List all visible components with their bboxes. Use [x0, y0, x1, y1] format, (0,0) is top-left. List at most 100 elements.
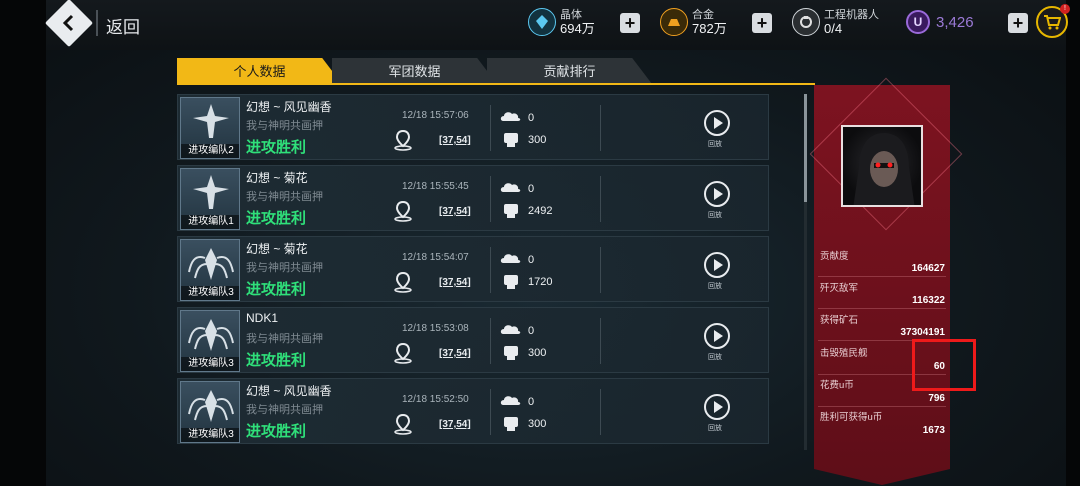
tab-legion-data[interactable]: 军团数据 [332, 58, 497, 84]
battle-list[interactable]: 进攻编队2 幻想 ~ 风见幽香 我与神明共画押 进攻胜利 12/18 15:57… [177, 92, 769, 452]
battle-time: 12/18 15:57:06 [402, 110, 469, 121]
battle-row[interactable]: 进攻编队2 幻想 ~ 风见幽香 我与神明共画押 进攻胜利 12/18 15:57… [177, 94, 769, 160]
battle-time: 12/18 15:53:08 [402, 323, 469, 334]
tab-bar: 个人数据 军团数据 贡献排行 [177, 58, 652, 84]
divider [600, 105, 601, 151]
robot-icon [792, 8, 820, 36]
highlight-box [912, 339, 976, 391]
divider [490, 389, 491, 435]
power-value: 300 [528, 347, 547, 359]
stat-label-ucoin-reward: 胜利可获得u币 [820, 412, 883, 423]
player-name: 幻想 ~ 风见幽香 [246, 384, 332, 398]
ship-icon [193, 175, 229, 209]
battle-time: 12/18 15:54:07 [402, 252, 469, 263]
stat-label-ucoin-spent: 花费u币 [820, 380, 854, 391]
divider [490, 318, 491, 364]
header-separator [96, 10, 98, 36]
right-screen-edge [1066, 0, 1080, 486]
replay-play-button[interactable] [704, 110, 730, 136]
battle-coordinates[interactable]: [37,54] [439, 135, 471, 146]
fleet-label: 进攻编队2 [181, 144, 239, 158]
commander-portrait[interactable] [841, 125, 923, 207]
robot-value: 0/4 [824, 21, 843, 36]
player-name: 幻想 ~ 风见幽香 [246, 100, 332, 114]
crystal-value: 694万 [560, 21, 595, 36]
battle-coordinates[interactable]: [37,54] [439, 419, 471, 430]
fist-icon [504, 275, 518, 289]
tab-personal-data[interactable]: 个人数据 [177, 58, 342, 84]
player-name: 幻想 ~ 菊花 [246, 171, 308, 185]
battle-coordinates[interactable]: [37,54] [439, 206, 471, 217]
player-name: 幻想 ~ 菊花 [246, 242, 308, 256]
tab-contribution-ranking[interactable]: 贡献排行 [487, 58, 652, 84]
cart-icon [1044, 15, 1061, 30]
ship-icon [193, 104, 229, 138]
cloud-icon [500, 112, 521, 121]
location-pin-icon [394, 200, 412, 222]
guild-name: 我与神明共画押 [246, 120, 323, 132]
cloud-icon [500, 254, 521, 263]
game-screen: 返回 晶体 694万 + 合金 782万 + 工程机器人 0/4 U 3,426… [0, 0, 1080, 486]
guild-name: 我与神明共画押 [246, 191, 323, 203]
left-screen-edge [0, 0, 46, 486]
location-pin-icon [394, 129, 412, 151]
guild-name: 我与神明共画押 [246, 333, 323, 345]
fleet-label: 进攻编队3 [181, 357, 239, 371]
guild-name: 我与神明共画押 [246, 404, 323, 416]
fleet-thumbnail[interactable]: 进攻编队3 [180, 381, 240, 443]
fist-icon [504, 346, 518, 360]
replay-play-button[interactable] [704, 323, 730, 349]
ucoin-icon: U [906, 10, 930, 34]
back-label[interactable]: 返回 [106, 13, 140, 38]
divider [600, 389, 601, 435]
battle-row[interactable]: 进攻编队3 NDK1 我与神明共画押 进攻胜利 12/18 15:53:08 [… [177, 307, 769, 373]
chevron-left-icon [62, 14, 74, 32]
replay-play-button[interactable] [704, 394, 730, 420]
stat-value-ore: 37304191 [900, 327, 946, 338]
list-scrollbar-thumb[interactable] [804, 94, 807, 202]
loss-value: 0 [528, 396, 535, 408]
add-alloy-button[interactable]: + [752, 13, 772, 33]
tab-underline [177, 83, 815, 85]
power-value: 300 [528, 134, 547, 146]
location-pin-icon [394, 342, 412, 364]
add-ucoin-button[interactable]: + [1008, 13, 1028, 33]
fleet-label: 进攻编队1 [181, 215, 239, 229]
battle-coordinates[interactable]: [37,54] [439, 348, 471, 359]
battle-time: 12/18 15:52:50 [402, 394, 469, 405]
fleet-thumbnail[interactable]: 进攻编队2 [180, 97, 240, 159]
divider [490, 176, 491, 222]
battle-row[interactable]: 进攻编队3 幻想 ~ 菊花 我与神明共画押 进攻胜利 12/18 15:54:0… [177, 236, 769, 302]
battle-time: 12/18 15:55:45 [402, 181, 469, 192]
replay-play-button[interactable] [704, 252, 730, 278]
replay-label: 回放 [708, 354, 722, 361]
battle-result: 进攻胜利 [246, 139, 307, 156]
player-name: NDK1 [246, 311, 279, 325]
fleet-label: 进攻编队3 [181, 286, 239, 300]
alloy-label: 合金 [692, 9, 714, 21]
alloy-value: 782万 [692, 21, 727, 36]
stat-value-kills: 116322 [912, 295, 945, 306]
fist-icon [504, 133, 518, 147]
battle-result: 进攻胜利 [246, 352, 307, 369]
spider-ship-icon [188, 390, 234, 422]
fist-icon [504, 204, 518, 218]
loss-value: 0 [528, 183, 535, 195]
hooded-figure-icon [853, 133, 915, 205]
battle-coordinates[interactable]: [37,54] [439, 277, 471, 288]
battle-row[interactable]: 进攻编队3 幻想 ~ 风见幽香 我与神明共画押 进攻胜利 12/18 15:52… [177, 378, 769, 444]
stat-divider [818, 406, 946, 407]
add-crystal-button[interactable]: + [620, 13, 640, 33]
stat-value-ucoin-spent: 796 [928, 393, 945, 404]
stat-divider [818, 308, 946, 309]
divider [600, 318, 601, 364]
fleet-thumbnail[interactable]: 进攻编队1 [180, 168, 240, 230]
stat-label-ore: 获得矿石 [820, 315, 859, 326]
loss-value: 0 [528, 112, 535, 124]
replay-play-button[interactable] [704, 181, 730, 207]
replay-label: 回放 [708, 283, 722, 290]
fleet-thumbnail[interactable]: 进攻编队3 [180, 239, 240, 301]
battle-row[interactable]: 进攻编队1 幻想 ~ 菊花 我与神明共画押 进攻胜利 12/18 15:55:4… [177, 165, 769, 231]
spider-ship-icon [188, 248, 234, 280]
fleet-thumbnail[interactable]: 进攻编队3 [180, 310, 240, 372]
